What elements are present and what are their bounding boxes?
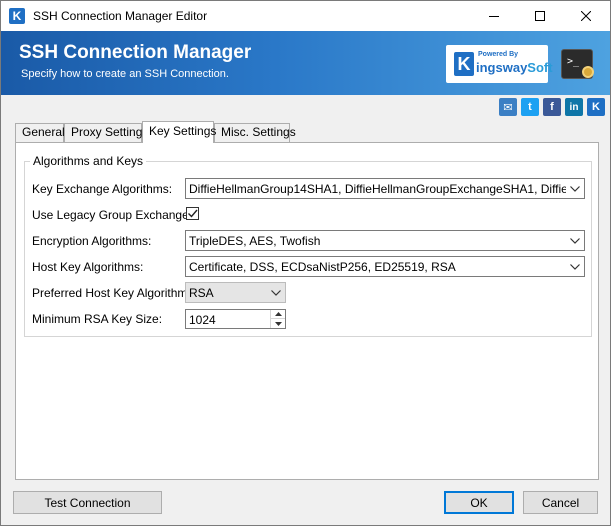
window-title: SSH Connection Manager Editor xyxy=(33,9,208,23)
kex-value: DiffieHellmanGroup14SHA1, DiffieHellmanG… xyxy=(189,182,584,196)
checkmark-icon xyxy=(188,209,198,218)
minimize-button[interactable] xyxy=(471,1,517,31)
email-icon[interactable]: ✉ xyxy=(499,98,517,116)
chevron-down-icon[interactable] xyxy=(566,179,584,198)
header-banner: SSH Connection Manager Specify how to cr… xyxy=(1,31,610,95)
kingswaysoft-logo: K Powered By ingswaySoft xyxy=(446,45,553,83)
logo-name: ingswaySoft xyxy=(476,60,553,75)
kingswaysoft-icon[interactable]: K xyxy=(587,98,605,116)
test-connection-button[interactable]: Test Connection xyxy=(13,491,162,514)
minimize-icon xyxy=(489,16,499,17)
twitter-icon[interactable]: t xyxy=(521,98,539,116)
app-icon: K xyxy=(9,8,25,24)
title-bar[interactable]: K SSH Connection Manager Editor xyxy=(1,1,610,31)
linkedin-icon[interactable]: in xyxy=(565,98,583,116)
close-button[interactable] xyxy=(563,1,609,31)
terminal-icon: >_ xyxy=(561,49,594,79)
pref-label: Preferred Host Key Algorithm: xyxy=(32,286,191,300)
banner-subtitle: Specify how to create an SSH Connection. xyxy=(21,68,229,80)
hostkey-value: Certificate, DSS, ECDsaNistP256, ED25519… xyxy=(189,260,456,274)
tab-general[interactable]: General xyxy=(15,123,65,142)
tab-key-settings[interactable]: Key Settings xyxy=(142,121,216,143)
enc-combobox[interactable]: TripleDES, AES, Twofish xyxy=(185,230,585,251)
maximize-button[interactable] xyxy=(517,1,563,31)
hostkey-combobox[interactable]: Certificate, DSS, ECDsaNistP256, ED25519… xyxy=(185,256,585,277)
legacy-label: Use Legacy Group Exchange: xyxy=(32,208,193,222)
enc-label: Encryption Algorithms: xyxy=(32,234,152,248)
minrsa-stepper[interactable]: 1024 xyxy=(185,309,286,329)
stepper-buttons xyxy=(270,310,285,328)
logo-name-part2: Soft xyxy=(527,60,553,75)
logo-letter: K xyxy=(454,52,474,76)
stepper-down-icon[interactable] xyxy=(271,319,285,328)
chevron-down-icon[interactable] xyxy=(566,231,584,250)
editor-window: K SSH Connection Manager Editor SSH Conn… xyxy=(0,0,611,526)
tab-panel-key-settings: Algorithms and Keys Key Exchange Algorit… xyxy=(15,142,599,480)
minrsa-value: 1024 xyxy=(189,313,216,327)
maximize-icon xyxy=(535,11,545,21)
ok-button[interactable]: OK xyxy=(444,491,514,514)
facebook-icon[interactable]: f xyxy=(543,98,561,116)
tab-proxy-settings[interactable]: Proxy Settings xyxy=(64,123,148,142)
group-legend: Algorithms and Keys xyxy=(30,154,147,168)
pref-combobox[interactable]: RSA xyxy=(185,282,286,303)
kex-label: Key Exchange Algorithms: xyxy=(32,182,173,196)
enc-value: TripleDES, AES, Twofish xyxy=(189,234,321,248)
chevron-down-icon[interactable] xyxy=(267,283,285,302)
hostkey-label: Host Key Algorithms: xyxy=(32,260,144,274)
cancel-button[interactable]: Cancel xyxy=(523,491,598,514)
stepper-up-icon[interactable] xyxy=(271,310,285,319)
logo-powered-by: Powered By xyxy=(478,51,519,58)
tab-misc-settings[interactable]: Misc. Settings xyxy=(214,123,296,142)
kex-combobox[interactable]: DiffieHellmanGroup14SHA1, DiffieHellmanG… xyxy=(185,178,585,199)
close-icon xyxy=(581,11,591,21)
gear-icon xyxy=(582,66,594,78)
pref-value: RSA xyxy=(189,286,214,300)
chevron-down-icon[interactable] xyxy=(566,257,584,276)
minrsa-label: Minimum RSA Key Size: xyxy=(32,312,163,326)
banner-title: SSH Connection Manager xyxy=(19,42,252,63)
social-links: ✉ t f in K xyxy=(499,98,605,116)
logo-name-part1: ingsway xyxy=(476,60,528,75)
terminal-prompt: >_ xyxy=(567,56,580,67)
legacy-checkbox[interactable] xyxy=(186,207,199,220)
